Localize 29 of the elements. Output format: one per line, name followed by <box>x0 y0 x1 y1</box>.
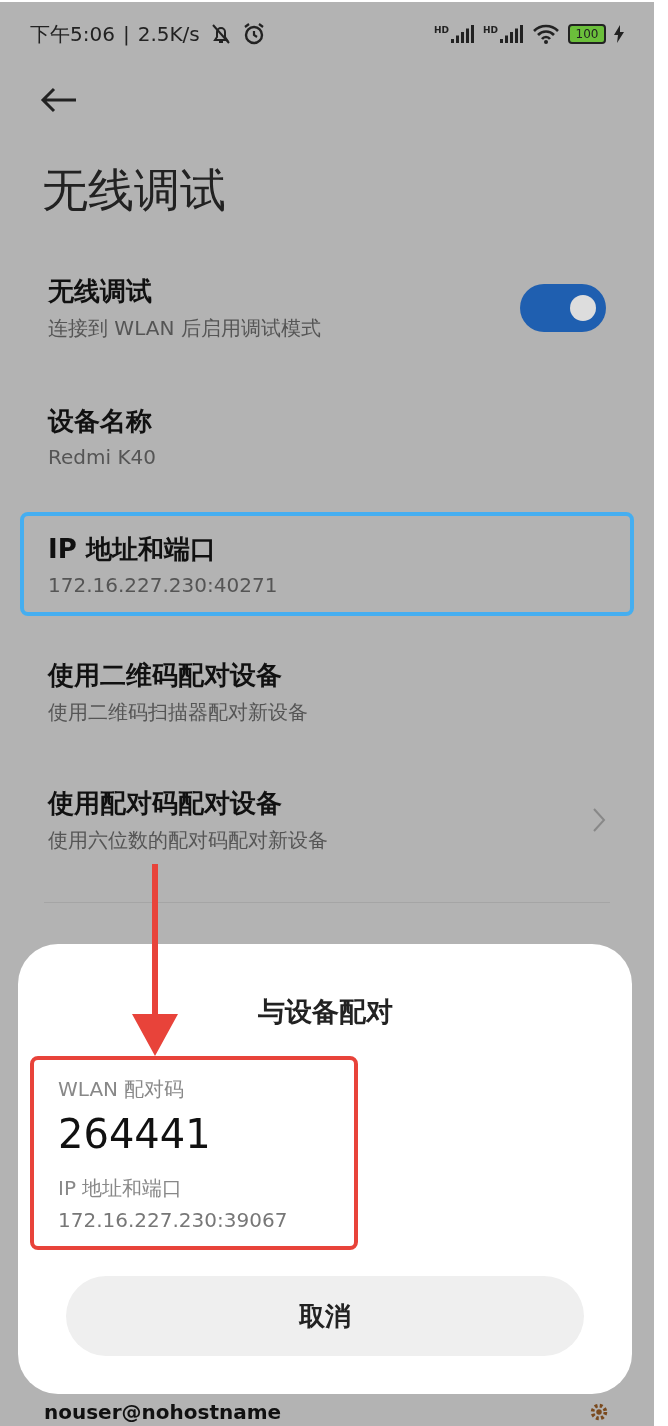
setting-row[interactable]: 使用二维码配对设备 使用二维码扫描器配对新设备 <box>20 640 634 744</box>
hd-label: HD <box>483 25 498 35</box>
code-label: WLAN 配对码 <box>58 1076 186 1103</box>
setting-title: 设备名称 <box>48 404 153 438</box>
status-time: 下午5:06 <box>30 20 115 48</box>
setting-title: 无线调试 <box>48 275 153 308</box>
setting-title: 使用配对码配对设备 <box>48 787 283 820</box>
address-label: IP 地址和端口 <box>58 1175 184 1202</box>
setting-subtitle: 172.16.227.230:40271 <box>48 572 279 597</box>
dialog-title: 与设备配对 <box>257 995 393 1029</box>
setting-row[interactable]: 使用配对码配对设备 使用六位数的配对码配对新设备 <box>20 768 634 872</box>
setting-title: 使用二维码配对设备 <box>48 659 283 692</box>
hd-label: HD <box>433 25 449 35</box>
setting-row[interactable]: 无线调试 连接到 WLAN 后启用调试模式 <box>20 256 634 360</box>
highlight-frame[interactable]: IP 地址和端口 172.16.227.230:40271 <box>20 512 634 616</box>
setting-title: IP 地址和端口 <box>48 532 217 566</box>
address-value: 172.16.227.230:39067 <box>58 1208 289 1232</box>
setting-subtitle: Redmi K40 <box>48 444 157 469</box>
setting-subtitle: 使用六位数的配对码配对新设备 <box>48 827 329 854</box>
battery-icon: 100 <box>568 24 606 44</box>
setting-subtitle: 连接到 WLAN 后启用调试模式 <box>48 315 322 342</box>
page-title: 无线调试 <box>42 162 227 219</box>
setting-subtitle: 使用二维码扫描器配对新设备 <box>48 699 309 726</box>
network-speed: 2.5K/s <box>137 22 200 46</box>
setting-row[interactable]: 设备名称 Redmi K40 <box>20 384 634 488</box>
pairing-code: 264441 <box>58 1111 212 1157</box>
account-name: nouser@nohostname <box>44 1400 283 1424</box>
cancel-button[interactable]: 取消 <box>66 1276 584 1356</box>
status-separator: | <box>122 22 130 46</box>
